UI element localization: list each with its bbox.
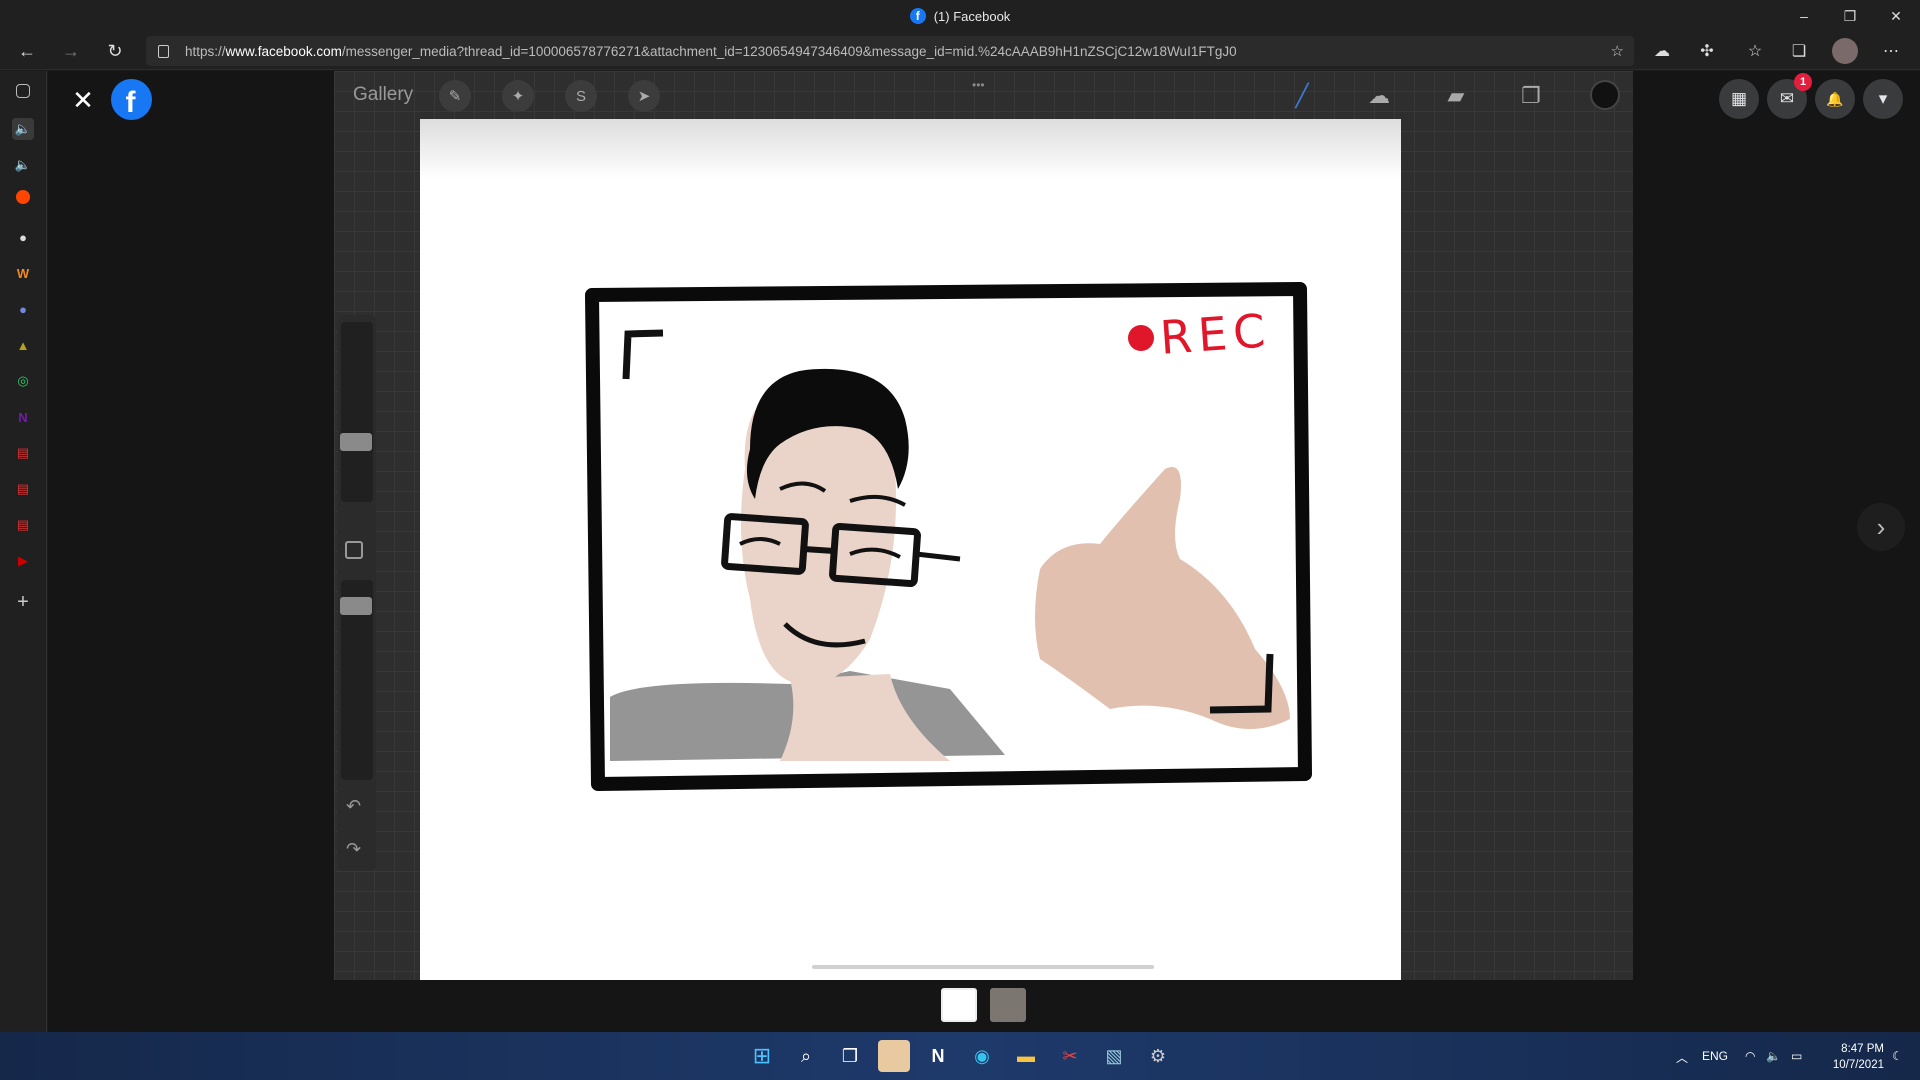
volume-tray-icon[interactable]: 🔈 (1766, 1049, 1781, 1063)
puzzle-extensions-icon[interactable]: ✣ (1694, 38, 1720, 64)
clock-time: 8:47 PM (1841, 1043, 1884, 1055)
address-bar[interactable]: https://www.facebook.com/messenger_media… (146, 36, 1634, 66)
onenote-icon[interactable]: N (12, 406, 34, 428)
facebook-logo[interactable]: f (111, 79, 152, 120)
thumbnail-1[interactable] (941, 988, 977, 1022)
modify-button-icon (345, 541, 363, 559)
minimize-button[interactable]: – (1781, 0, 1827, 32)
focus-assist-moon-icon[interactable]: ☾ (1892, 1049, 1903, 1063)
pdf-icon-3[interactable]: ▤ (12, 514, 34, 536)
menu-grid-icon[interactable]: ▦ (1719, 79, 1759, 119)
window-title-bar: f (1) Facebook (0, 0, 1920, 32)
close-viewer-button[interactable]: ✕ (67, 84, 99, 116)
snipping-tool-icon[interactable]: ✂ (1054, 1040, 1086, 1072)
collections-icon[interactable]: ❏ (1786, 38, 1812, 64)
pdf-icon[interactable]: ▤ (12, 442, 34, 464)
clock[interactable]: 8:47 PM 10/7/2021 (1820, 1041, 1884, 1073)
add-favorite-icon[interactable]: ☆ (1611, 42, 1624, 60)
magic-wand-icon: ✦ (502, 80, 534, 112)
brush-size-thumb (340, 433, 372, 451)
color-swatch (1590, 80, 1620, 110)
notifications-icon[interactable]: 🔔 (1815, 79, 1855, 119)
youtube-icon[interactable]: ▶ (12, 550, 34, 572)
close-window-button[interactable]: ✕ (1873, 0, 1919, 32)
file-explorer-icon[interactable]: ▬ (1010, 1040, 1042, 1072)
app-avatar-icon[interactable] (878, 1040, 910, 1072)
notion-icon[interactable]: N (922, 1040, 954, 1072)
forward-button[interactable]: → (56, 36, 86, 66)
volume-icon[interactable]: 🔈 (12, 154, 34, 176)
reload-button[interactable]: ↻ (100, 36, 130, 66)
opacity-thumb (340, 597, 372, 615)
discord-icon[interactable]: ● (12, 298, 34, 320)
windows-taskbar (0, 1032, 1920, 1080)
rec-label: REC (1158, 303, 1273, 365)
photos-icon[interactable]: ▧ (1098, 1040, 1130, 1072)
settings-gear-icon[interactable]: ⚙ (1142, 1040, 1174, 1072)
maximize-button[interactable]: ❐ (1827, 0, 1873, 32)
whatsapp-icon[interactable]: ◎ (12, 370, 34, 392)
account-chevron-down-icon[interactable]: ▾ (1863, 79, 1903, 119)
eraser-icon: ▰ (1447, 83, 1465, 108)
url-host: www.facebook.com (225, 43, 342, 59)
tray-chevron-up-icon[interactable]: ︿ (1676, 1049, 1688, 1066)
game-icon[interactable]: ▲ (12, 334, 34, 356)
procreate-gallery-label: Gallery (353, 84, 414, 105)
reddit-icon[interactable] (16, 190, 30, 204)
more-menu-button[interactable]: ⋯ (1878, 38, 1904, 64)
lock-icon (158, 44, 169, 58)
brush-icon: ╱ (1295, 83, 1309, 108)
ipad-home-indicator (812, 965, 1154, 969)
facebook-favicon-icon: f (909, 8, 926, 24)
app-icon[interactable]: ● (12, 226, 34, 248)
tab-actions-icon[interactable] (16, 84, 30, 98)
search-icon[interactable]: ⌕ (790, 1040, 822, 1072)
profile-avatar[interactable] (1832, 38, 1858, 64)
window-title: (1) Facebook (933, 8, 1011, 24)
brush-size-slider (341, 322, 373, 502)
add-sidebar-app-icon[interactable]: + (12, 591, 34, 613)
clock-date: 10/7/2021 (1832, 1059, 1884, 1071)
procreate-menu-dots: ••• (972, 78, 985, 92)
smudge-icon: ☁ (1368, 83, 1390, 108)
selection-icon: S (565, 80, 597, 112)
messenger-badge: 1 (1794, 73, 1812, 91)
extension-icon[interactable]: ☁ (1649, 38, 1675, 64)
next-photo-button[interactable]: › (1857, 503, 1905, 551)
task-view-icon[interactable]: ❐ (834, 1040, 866, 1072)
layers-icon: ❐ (1521, 83, 1541, 108)
wattpad-icon[interactable]: W (12, 262, 34, 284)
audio-tab-icon[interactable]: 🔈 (12, 118, 34, 140)
thumbnail-2[interactable] (990, 988, 1026, 1022)
drawing-canvas: REC (420, 119, 1401, 980)
redo-icon: ↷ (346, 839, 362, 859)
url-path: /messenger_media?thread_id=1000065787762… (341, 43, 1237, 59)
edge-icon[interactable]: ◉ (966, 1040, 998, 1072)
favorites-icon[interactable]: ☆ (1742, 38, 1768, 64)
drawing-artwork (585, 282, 1312, 791)
language-indicator[interactable]: ENG (1702, 1049, 1728, 1063)
transform-icon: ➤ (628, 80, 660, 112)
pdf-icon-2[interactable]: ▤ (12, 478, 34, 500)
start-windows-icon[interactable]: ⊞ (746, 1040, 778, 1072)
battery-icon[interactable]: ▭ (1791, 1049, 1802, 1063)
wrench-icon: ✎ (439, 80, 471, 112)
undo-icon: ↶ (346, 796, 362, 816)
back-button[interactable]: ← (12, 36, 42, 66)
url-prefix: https:// (185, 43, 226, 59)
wifi-icon[interactable]: ◠ (1745, 1049, 1755, 1063)
